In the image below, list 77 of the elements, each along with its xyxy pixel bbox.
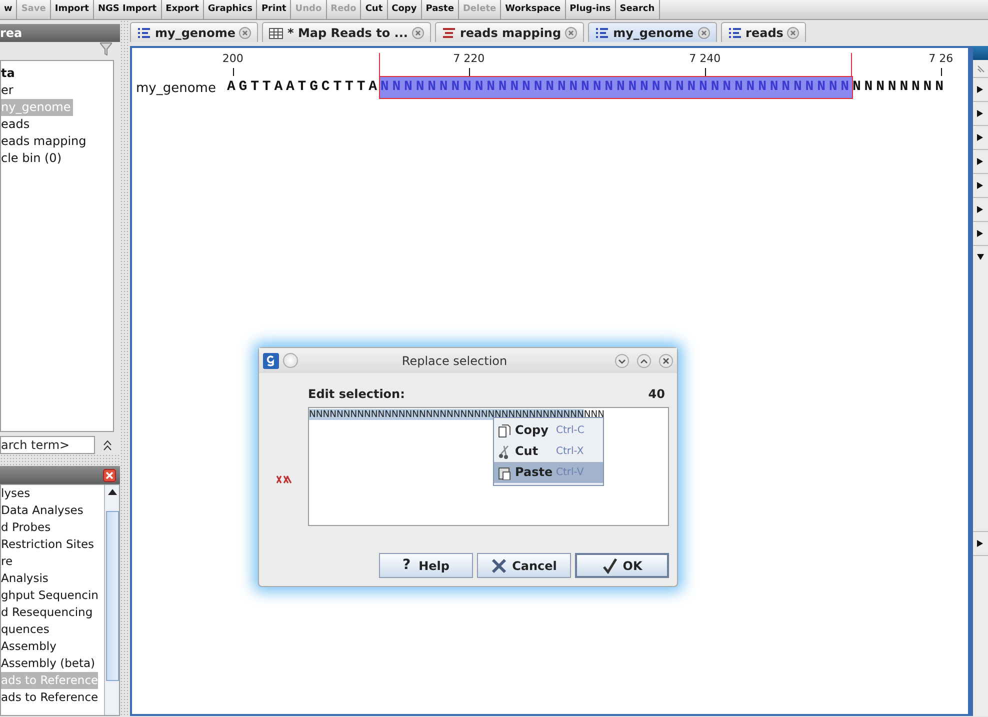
tab[interactable]: my_genome: [130, 22, 258, 42]
scrollbar-thumb[interactable]: [106, 511, 118, 681]
expand-arrow-icon[interactable]: [977, 206, 984, 213]
sequence-icon: [137, 26, 151, 38]
sequence-icon: [595, 26, 610, 38]
field-label: Edit selection:: [308, 386, 405, 403]
toolbox-item[interactable]: quences: [1, 621, 50, 638]
toolbox-item[interactable]: Assembly: [1, 638, 56, 655]
toolbox-item[interactable]: ads to Reference: [1, 689, 98, 706]
paste-icon: [498, 466, 511, 480]
scroll-up-icon: [108, 489, 116, 495]
panel-title: rea: [0, 24, 120, 42]
tree-item[interactable]: eads mapping: [1, 133, 88, 150]
tab[interactable]: * Map Reads to ...: [262, 22, 431, 42]
tab[interactable]: reads: [720, 22, 806, 42]
toolbox-item[interactable]: Assembly (beta): [1, 655, 95, 672]
toolbox-item[interactable]: Analysis: [1, 570, 48, 587]
close-icon: [412, 26, 424, 38]
tab[interactable]: reads mapping: [434, 22, 584, 42]
tab[interactable]: my_genome: [588, 22, 717, 42]
app-logo-icon: [263, 352, 279, 368]
resize-icon: [977, 64, 985, 72]
expand-arrow-icon[interactable]: [977, 230, 984, 237]
expand-arrow-icon[interactable]: [977, 110, 984, 117]
cut-icon: [498, 444, 511, 458]
dialog-button[interactable]: OK: [575, 553, 669, 578]
menu-item[interactable]: Copy Ctrl-C: [494, 420, 603, 441]
close-icon[interactable]: [659, 354, 673, 368]
ruler-label: 7 220: [453, 51, 485, 67]
tree-item[interactable]: eads: [1, 116, 32, 133]
close-icon: [565, 26, 578, 38]
checkmark-icon: [602, 558, 618, 574]
menu-item[interactable]: Cut Ctrl-X: [494, 441, 603, 462]
minimize-icon[interactable]: [615, 354, 629, 368]
collapse-arrow-icon[interactable]: [977, 254, 984, 261]
copy-icon: [498, 424, 511, 438]
toolbox-item[interactable]: ghput Sequencin: [1, 587, 98, 604]
menu-item[interactable]: Paste Ctrl-V: [494, 462, 603, 483]
close-icon: [698, 26, 710, 38]
close-icon: [787, 26, 800, 38]
selected-sequence: NNNNNNNNNNNNNNNNNNNNNNNNNNNNNNNNNNNNNNNN: [380, 77, 852, 98]
tree-item[interactable]: er: [1, 82, 16, 99]
ruler-label: 7 240: [689, 51, 721, 67]
toolbox-item[interactable]: re: [1, 553, 13, 570]
sequence-name: my_genome: [136, 80, 216, 98]
mapping-icon: [442, 26, 456, 38]
sequence-icon: [728, 26, 742, 38]
ruler-label: 200: [222, 51, 244, 67]
filter-icon: [100, 42, 112, 56]
dialog-button[interactable]: Cancel: [477, 553, 571, 578]
tree-item[interactable]: ta: [1, 65, 17, 82]
toolbox-item[interactable]: d Resequencing: [1, 604, 93, 621]
maximize-icon[interactable]: [637, 354, 651, 368]
toolbox-item[interactable]: lyses: [1, 485, 30, 502]
text-area[interactable]: NNNNNNNNNNNNNNNNNNNNNNNNNNNNNNNNNNNNNNNNNNN Copy Ctrl-C Cut Ctrl-X Paste Ctrl-V: [308, 407, 669, 526]
expand-arrow-icon[interactable]: [977, 158, 984, 165]
panel-header-bar: [973, 46, 988, 60]
sequence-text: AGTTAATGCTTTA: [227, 78, 380, 97]
close-icon: [491, 558, 508, 574]
expand-arrow-icon[interactable]: [977, 540, 984, 547]
toolbox-item[interactable]: d Probes: [1, 519, 51, 536]
search-field[interactable]: arch term>: [0, 436, 95, 454]
dialog-button[interactable]: ? Help: [379, 553, 473, 578]
ruler-label: 7 26: [928, 51, 954, 67]
dialog-title: Replace selection: [400, 352, 508, 370]
tree-item[interactable]: cle bin (0): [1, 150, 64, 167]
toolbox-item[interactable]: Restriction Sites: [1, 536, 94, 553]
collapse-icon: [103, 439, 112, 451]
close-icon: [239, 26, 252, 38]
table-icon: [269, 26, 284, 38]
toolbox-item[interactable]: Data Analyses: [1, 502, 84, 519]
expand-arrow-icon[interactable]: [977, 86, 984, 93]
expand-arrow-icon[interactable]: [977, 134, 984, 141]
expand-arrow-icon[interactable]: [977, 182, 984, 189]
sequence-text: NNNNNNNN: [852, 78, 947, 97]
close-icon: [103, 468, 116, 482]
selection-count: 40: [648, 386, 665, 403]
